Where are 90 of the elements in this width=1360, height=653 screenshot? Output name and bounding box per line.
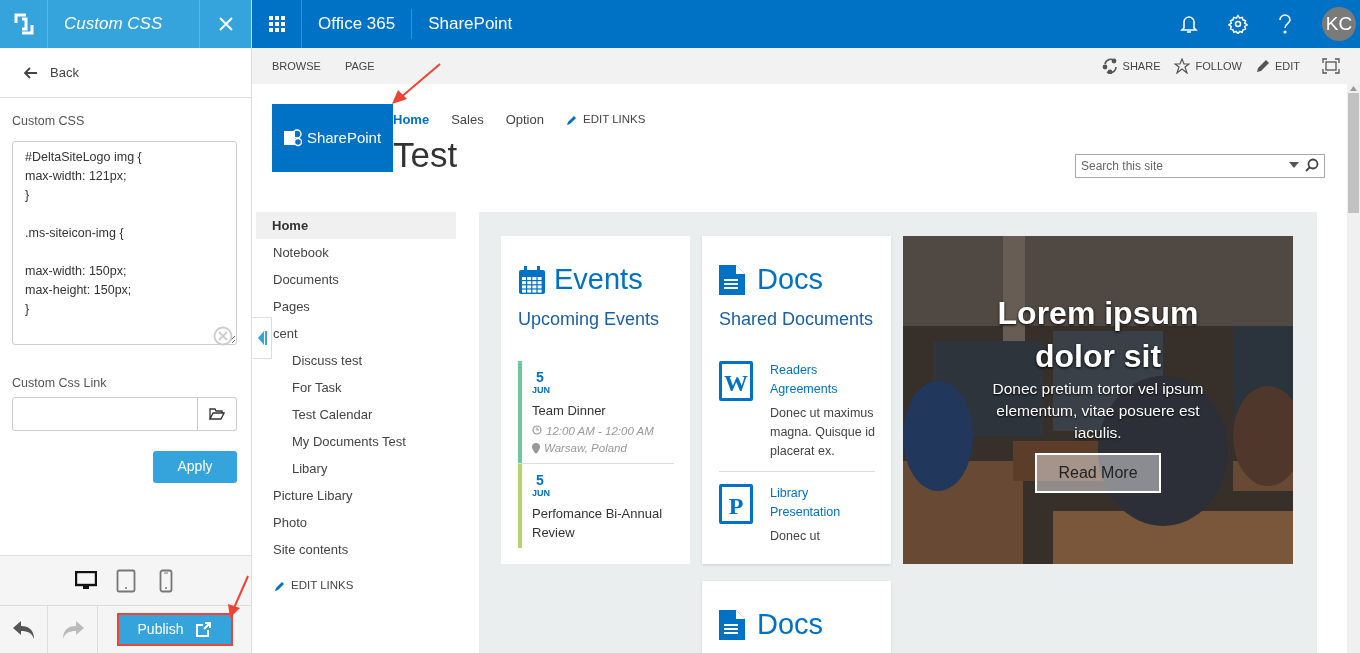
nav-link[interactable]: For Task bbox=[292, 374, 342, 401]
nav-link[interactable]: Picture Libary bbox=[273, 482, 353, 509]
dropdown-icon[interactable] bbox=[1289, 162, 1299, 168]
document-link[interactable]: Library Presentation bbox=[770, 483, 875, 522]
field-label: Custom CSS bbox=[12, 113, 86, 130]
focus-icon[interactable] bbox=[1322, 58, 1340, 74]
document-description: Donec ut maximus magna. Quisque id placerat ex. bbox=[770, 404, 875, 460]
back-button[interactable]: Back bbox=[0, 48, 251, 98]
event-place: Warsaw, Poland bbox=[544, 440, 627, 456]
collapse-icon bbox=[257, 331, 267, 345]
share-icon bbox=[1101, 58, 1118, 74]
event-time: 12:00 AM - 12:00 AM bbox=[546, 423, 654, 439]
nav-link[interactable]: My Documents Test bbox=[292, 428, 406, 455]
event-day: 5 bbox=[532, 471, 674, 488]
nav-link[interactable]: Site contents bbox=[273, 536, 349, 563]
phone-icon bbox=[158, 568, 173, 593]
tablet-icon bbox=[115, 568, 136, 593]
card-subtitle: Shared Documents bbox=[719, 307, 875, 331]
back-arrow-icon bbox=[24, 66, 38, 79]
location-icon bbox=[532, 442, 540, 454]
nav-link[interactable]: Libary bbox=[292, 455, 328, 482]
panel-title: Custom CSS bbox=[63, 13, 164, 36]
pencil-icon bbox=[565, 114, 578, 126]
clock-icon bbox=[532, 424, 542, 435]
nav-link[interactable]: Pages bbox=[273, 293, 310, 320]
scroll-up-icon[interactable] bbox=[1350, 86, 1357, 91]
edit-links-button[interactable]: EDIT LINKS bbox=[274, 577, 354, 595]
top-nav-link[interactable]: Option bbox=[505, 110, 544, 130]
scrollbar[interactable] bbox=[1347, 84, 1360, 653]
css-link-field[interactable] bbox=[12, 396, 198, 431]
css-editor[interactable]: #DeltaSiteLogo img { max-width: 121px; } .ms-siteicon-img { max-width: 150px; max-height: 150px; } bbox=[12, 140, 237, 345]
close-icon bbox=[218, 17, 233, 31]
document-description: Donec ut bbox=[770, 527, 822, 545]
app-grid-icon bbox=[268, 16, 285, 32]
external-link-icon bbox=[195, 621, 212, 638]
monitor-icon bbox=[74, 570, 97, 591]
site-logo[interactable]: SharePoint bbox=[272, 104, 393, 172]
pencil-icon bbox=[1255, 59, 1270, 73]
document-icon: W bbox=[719, 360, 753, 401]
ribbon-tab[interactable]: PAGE bbox=[344, 57, 375, 75]
nav-link[interactable]: cent bbox=[273, 320, 298, 347]
browse-button[interactable] bbox=[198, 396, 237, 431]
top-nav-link[interactable]: Sales bbox=[451, 110, 484, 130]
collapse-panel-button[interactable] bbox=[253, 317, 272, 359]
annotation-arrow bbox=[390, 62, 442, 106]
event-name[interactable]: Team Dinner bbox=[532, 400, 674, 420]
document-icon: P bbox=[719, 483, 753, 524]
nav-link[interactable]: Home bbox=[256, 212, 456, 239]
share-button[interactable]: SHARE bbox=[1101, 57, 1161, 75]
notification-icon[interactable] bbox=[1180, 14, 1198, 34]
help-icon[interactable] bbox=[1278, 14, 1292, 34]
star-icon bbox=[1174, 58, 1191, 74]
top-nav-link[interactable]: Home bbox=[393, 110, 430, 130]
card-title: Docs bbox=[757, 262, 824, 297]
calendar-icon bbox=[518, 264, 546, 295]
folder-icon bbox=[209, 407, 225, 420]
search-field[interactable]: Search this site bbox=[1075, 154, 1325, 178]
document-icon bbox=[719, 609, 745, 640]
card-title: Events bbox=[554, 262, 643, 297]
document-icon bbox=[719, 264, 745, 295]
hero-text: Donec pretium tortor vel ipsum elementum, vitae posuere est iaculis. bbox=[991, 378, 1205, 443]
event-day: 5 bbox=[532, 368, 674, 385]
search-icon[interactable] bbox=[1305, 158, 1319, 172]
hero-title: Lorem ipsum dolor sit bbox=[996, 293, 1200, 376]
card-subtitle: Upcoming Events bbox=[518, 307, 661, 331]
nav-link[interactable]: Documents bbox=[273, 266, 339, 293]
nav-link[interactable]: Discuss test bbox=[292, 347, 363, 374]
site-title: Test bbox=[393, 135, 459, 175]
card-title: Docs bbox=[757, 607, 824, 642]
follow-button[interactable]: FOLLOW bbox=[1174, 57, 1242, 75]
edit-links-button[interactable]: EDIT LINKS bbox=[565, 111, 646, 129]
field-label: Custom Css Link bbox=[12, 374, 108, 392]
ribbon-tab[interactable]: BROWSE bbox=[272, 57, 321, 75]
read-more-button[interactable]: Read More bbox=[1035, 452, 1161, 493]
settings-icon[interactable] bbox=[1228, 14, 1248, 34]
sharepoint-logo-icon bbox=[283, 128, 302, 148]
suite-app-name[interactable]: Office 365 bbox=[302, 9, 413, 39]
event-name[interactable]: Perfomance Bi-Annual Review bbox=[532, 503, 674, 542]
edit-button[interactable]: EDIT bbox=[1255, 57, 1300, 75]
logo-icon bbox=[13, 13, 34, 35]
scroll-thumb[interactable] bbox=[1348, 93, 1359, 213]
pencil-icon bbox=[274, 579, 286, 592]
event-month: JUN bbox=[532, 384, 551, 395]
nav-link[interactable]: Photo bbox=[273, 509, 307, 536]
document-link[interactable]: Readers Agreements bbox=[770, 360, 875, 399]
event-month: JUN bbox=[532, 487, 551, 498]
suite-site-name[interactable]: SharePoint bbox=[412, 11, 529, 37]
nav-link[interactable]: Notebook bbox=[273, 239, 329, 266]
user-avatar[interactable]: KC bbox=[1322, 7, 1356, 41]
nav-link[interactable]: Test Calendar bbox=[292, 401, 373, 428]
